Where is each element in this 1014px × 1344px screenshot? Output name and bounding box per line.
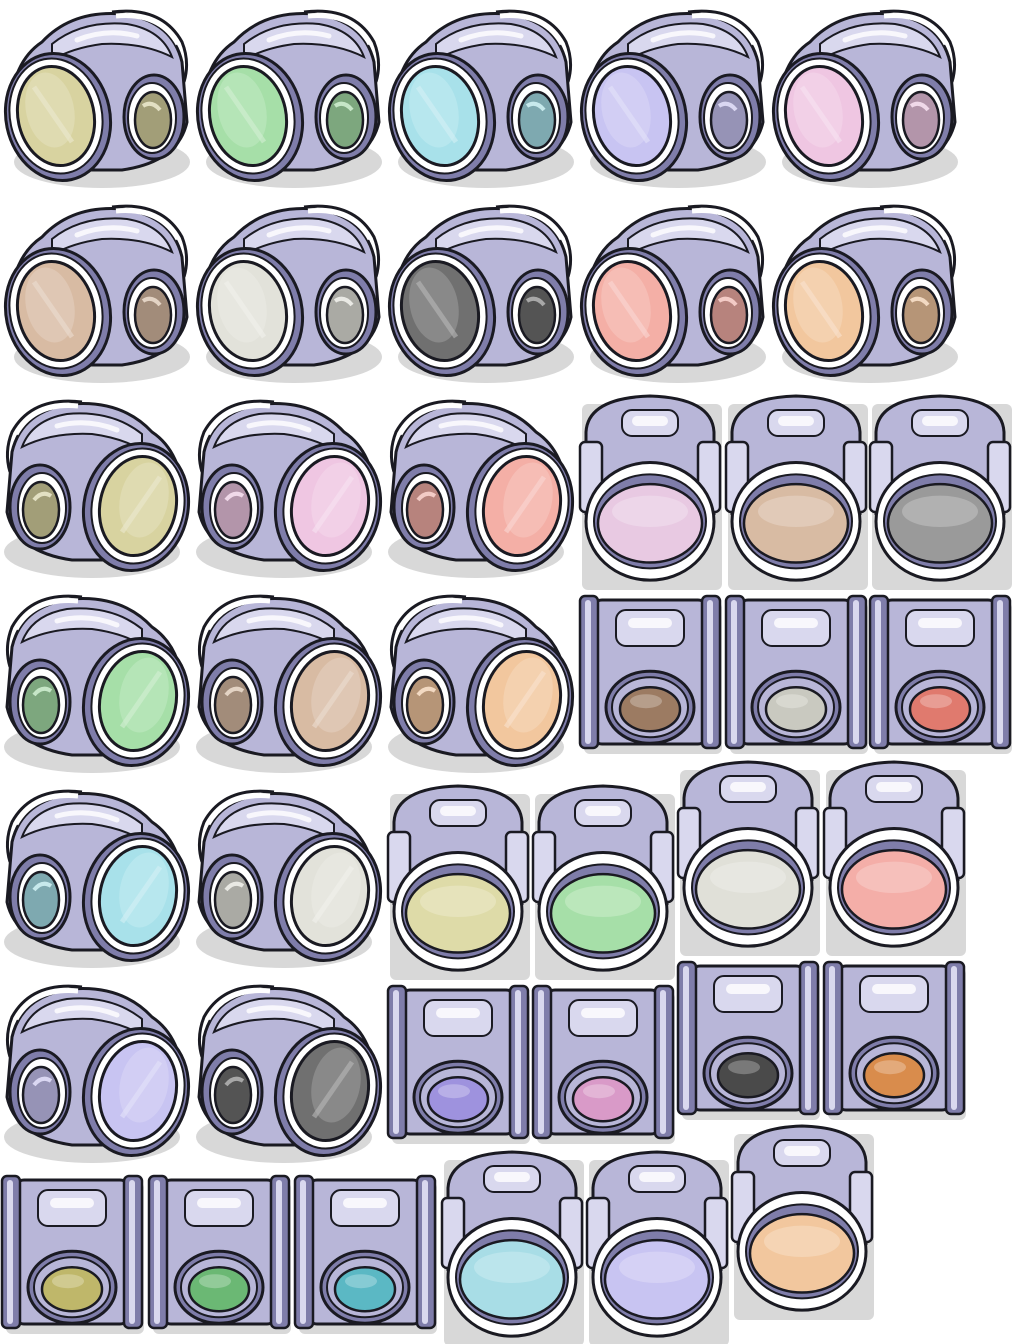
front-tee-icon <box>868 594 1012 754</box>
corner-left-icon <box>388 399 575 578</box>
front-open-icon <box>868 394 1012 590</box>
corner-left-icon <box>196 594 383 773</box>
corner-right-icon <box>195 204 382 383</box>
front-tee-icon <box>293 1174 437 1334</box>
front-open-icon <box>440 1150 584 1344</box>
corner-left-icon <box>388 594 575 773</box>
front-open-icon <box>386 784 530 980</box>
front-open-icon <box>531 784 675 980</box>
front-tee-icon <box>578 594 722 754</box>
corner-left-icon <box>4 399 191 578</box>
corner-right-icon <box>387 204 574 383</box>
corner-left-icon <box>196 789 383 968</box>
front-tee-icon <box>0 1174 144 1334</box>
corner-left-icon <box>4 789 191 968</box>
corner-left-icon <box>4 594 191 773</box>
corner-left-icon <box>4 984 191 1163</box>
front-tee-icon <box>822 960 966 1120</box>
corner-right-icon <box>771 9 958 188</box>
front-tee-icon <box>386 984 530 1144</box>
corner-right-icon <box>3 204 190 383</box>
corner-right-icon <box>195 9 382 188</box>
corner-right-icon <box>579 9 766 188</box>
front-open-icon <box>585 1150 729 1344</box>
front-open-icon <box>730 1124 874 1320</box>
pipe-sprite-sheet <box>0 0 1014 1344</box>
front-open-icon <box>822 760 966 956</box>
front-open-icon <box>724 394 868 590</box>
corner-left-icon <box>196 399 383 578</box>
front-open-icon <box>676 760 820 956</box>
corner-right-icon <box>3 9 190 188</box>
corner-right-icon <box>771 204 958 383</box>
front-tee-icon <box>724 594 868 754</box>
corner-right-icon <box>579 204 766 383</box>
front-tee-icon <box>147 1174 291 1334</box>
corner-right-icon <box>387 9 574 188</box>
front-open-icon <box>578 394 722 590</box>
front-tee-icon <box>531 984 675 1144</box>
corner-left-icon <box>196 984 383 1163</box>
front-tee-icon <box>676 960 820 1120</box>
